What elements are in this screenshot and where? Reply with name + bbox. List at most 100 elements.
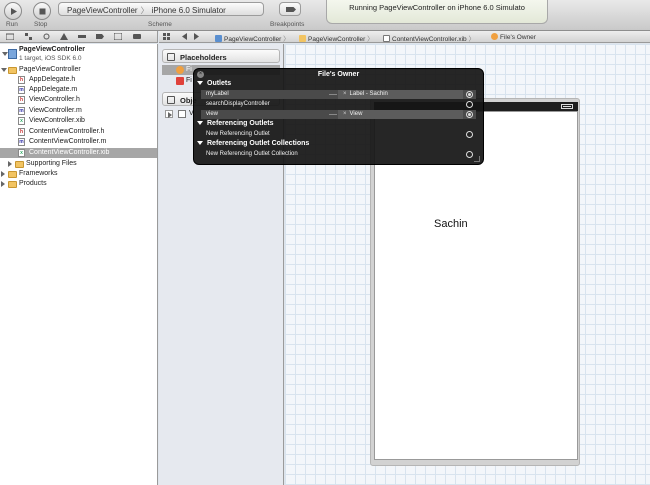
disclosure-triangle-icon[interactable] [1,181,5,187]
file-item[interactable]: h AppDelegate.h [0,75,157,85]
connected-circle-icon[interactable] [466,91,473,98]
xcode-project-icon [8,49,17,59]
item-label: Products [19,180,47,187]
hud-section-title: Referencing Outlet Collections [207,140,310,147]
h-file-icon: h [18,76,25,84]
log-nav-icon[interactable] [114,33,122,40]
close-icon[interactable]: × [197,71,204,78]
outlet-target-label: Label - Sachin [349,91,388,97]
breakpoints-button[interactable] [279,2,301,16]
hud-section-header[interactable]: Referencing Outlets [197,120,274,127]
outlet-row: New Referencing Outlet Collection [201,150,476,159]
breakpoint-icon [286,7,296,12]
outlet-name: searchDisplayController [206,101,270,107]
file-item[interactable]: m ContentViewController.m [0,137,157,147]
activity-viewer: Running PageViewController on iPhone 6.0… [326,0,548,24]
related-files-icon[interactable] [163,33,171,40]
item-label: ContentViewController.h [29,128,105,135]
scheme-label: Scheme [148,21,172,28]
cube-icon [167,96,175,104]
xib-file-icon: x [18,149,25,157]
first-responder-icon [176,77,184,85]
file-item[interactable]: h ViewController.h [0,95,157,105]
hud-section-header[interactable]: Outlets [197,80,231,87]
breakpoints-label: Breakpoints [270,21,305,28]
sachin-label[interactable]: Sachin [434,218,468,230]
connection-circle-icon[interactable] [466,151,473,158]
run-label: Run [6,21,18,28]
connection-circle-icon[interactable] [466,101,473,108]
item-label: AppDelegate.m [29,86,78,93]
hud-section-header[interactable]: Referencing Outlet Collections [197,140,309,147]
run-button[interactable] [4,2,22,20]
placeholders-header[interactable]: Placeholders [162,49,280,63]
breadcrumb-group[interactable]: PageViewController 〉 [299,33,374,43]
file-item[interactable]: h ContentViewController.h [0,127,157,137]
hud-section-title: Outlets [207,80,232,87]
status-text: Running PageViewController on iPhone 6.0… [349,3,525,12]
forward-arrow-icon[interactable] [193,33,201,40]
outlet-name: view [206,111,219,117]
file-item[interactable]: m ViewController.m [0,106,157,116]
m-file-icon: m [18,107,25,115]
expand-view-icon[interactable] [165,110,173,118]
files-owner-icon [491,33,498,40]
remove-connection-icon[interactable]: × [343,91,347,97]
breadcrumb-project[interactable]: PageViewController 〉 [215,33,290,43]
disclosure-triangle-icon [197,81,203,85]
folder-icon [8,171,17,178]
outlet-target[interactable]: × View [338,110,463,119]
file-item[interactable]: m AppDelegate.m [0,85,157,95]
file-item[interactable]: x ViewController.xib [0,116,157,126]
folder-icon [8,181,17,188]
view-icon [178,110,186,118]
disclosure-triangle-icon[interactable] [1,171,5,177]
h-file-icon: h [18,96,25,104]
disclosure-triangle-icon[interactable] [8,161,12,167]
outline-item-label: Fi [186,77,192,84]
item-label: AppDelegate.h [29,76,76,83]
xib-file-icon [383,35,390,42]
issue-nav-icon[interactable] [60,33,68,40]
file-item[interactable]: x ContentViewController.xib [0,148,157,158]
breadcrumb-file[interactable]: ContentViewController.xib 〉 [383,33,475,43]
breakpoint-nav-icon[interactable] [96,33,104,40]
group-item[interactable]: PageViewController [0,65,157,75]
item-label: ViewController.xib [29,117,85,124]
m-file-icon: m [18,86,25,94]
folder-icon [15,161,24,168]
folder-nav-icon[interactable] [6,33,14,40]
item-label: ContentViewController.m [29,138,107,145]
outlet-target-label: View [349,111,363,117]
scheme-separator: 〉 [140,6,149,15]
search-nav-icon[interactable] [43,33,51,40]
scheme-target: PageViewController [67,6,138,15]
stop-icon [39,8,46,15]
comment-nav-icon[interactable] [133,33,141,40]
debug-nav-icon[interactable] [78,33,86,40]
connection-circle-icon[interactable] [466,131,473,138]
outlet-name: myLabel [206,91,229,97]
files-owner-icon [176,66,184,74]
breadcrumb-object[interactable]: File's Owner [491,33,536,41]
back-arrow-icon[interactable] [181,33,189,40]
project-root[interactable]: PageViewController 1 target, iOS SDK 6.0 [0,45,157,64]
outlet-name: New Referencing Outlet Collection [206,151,298,157]
disclosure-triangle-icon[interactable] [1,68,7,72]
stop-label: Stop [34,21,48,28]
stop-button[interactable] [33,2,51,20]
group-item[interactable]: Products [0,179,157,189]
connected-circle-icon[interactable] [466,111,473,118]
battery-icon [561,104,573,109]
symbol-nav-icon[interactable] [25,33,33,40]
group-item[interactable]: Frameworks [0,169,157,179]
outlet-target[interactable]: × Label - Sachin [338,90,463,99]
disclosure-triangle-icon [168,112,172,118]
remove-connection-icon[interactable]: × [343,111,347,117]
scheme-popup[interactable]: PageViewController 〉 iPhone 6.0 Simulator [58,2,264,16]
group-item[interactable]: Supporting Files [0,159,157,169]
outlet-row: New Referencing Outlet [201,130,476,139]
item-label: ViewController.h [29,96,80,103]
cube-icon [167,53,175,61]
project-navigator: PageViewController 1 target, iOS SDK 6.0… [0,44,158,485]
